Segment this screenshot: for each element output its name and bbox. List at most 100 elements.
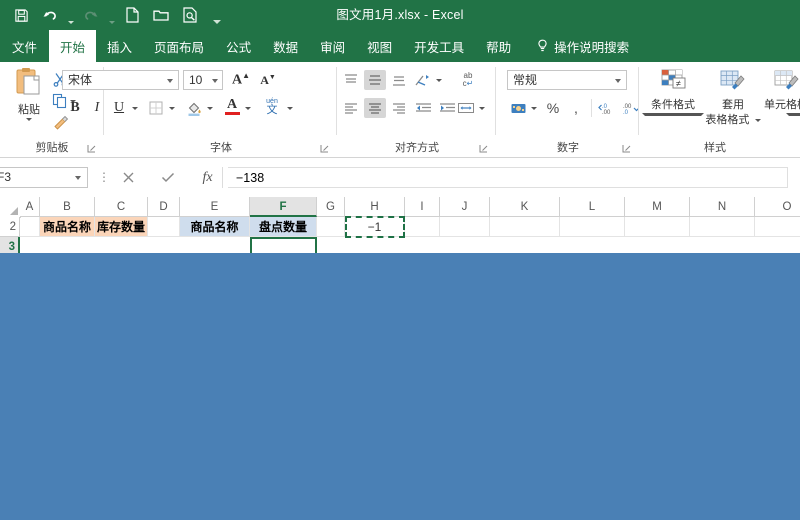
font-dialog-launcher[interactable] xyxy=(320,144,329,153)
cell-N2[interactable] xyxy=(690,217,755,237)
tab-formulas[interactable]: 公式 xyxy=(215,30,262,62)
undo-dropdown-icon[interactable] xyxy=(66,0,75,31)
column-header-G[interactable]: G xyxy=(317,197,345,217)
number-dialog-launcher[interactable] xyxy=(622,144,631,153)
increase-font-size-button[interactable]: A▲ xyxy=(230,70,252,90)
name-box-dropdown-icon[interactable] xyxy=(75,176,81,180)
comma-style-button[interactable]: , xyxy=(565,98,587,118)
merge-center-button[interactable] xyxy=(454,98,485,118)
decrease-indent-button[interactable] xyxy=(412,98,434,118)
tell-me-search[interactable]: 操作说明搜索 xyxy=(522,30,639,62)
align-top-button[interactable] xyxy=(340,70,362,90)
name-box[interactable]: F3 xyxy=(0,167,88,188)
undo-icon[interactable] xyxy=(37,3,63,27)
save-icon[interactable] xyxy=(8,3,34,27)
cell-I2[interactable] xyxy=(405,217,440,237)
clipboard-dialog-launcher[interactable] xyxy=(87,144,96,153)
column-header-C[interactable]: C xyxy=(95,197,148,217)
select-all-button[interactable] xyxy=(0,197,21,218)
cancel-entry-button[interactable] xyxy=(113,167,144,188)
orientation-button[interactable] xyxy=(412,70,432,90)
fill-color-button[interactable] xyxy=(183,98,205,118)
phonetic-dropdown-icon[interactable] xyxy=(285,104,293,112)
cell-E2[interactable]: 商品名称 xyxy=(180,217,250,237)
new-icon[interactable] xyxy=(119,3,145,27)
paste-dropdown-icon[interactable] xyxy=(26,118,32,121)
percent-style-button[interactable]: % xyxy=(542,98,564,118)
cell-M2[interactable] xyxy=(625,217,690,237)
font-name-dropdown-icon[interactable] xyxy=(167,79,173,83)
phonetic-guide-button[interactable]: uén 文 xyxy=(260,96,284,118)
underline-button[interactable]: U xyxy=(109,98,129,118)
cell-K2[interactable] xyxy=(490,217,560,237)
cell-C2[interactable]: 库存数量 xyxy=(95,217,148,237)
cell-L2[interactable] xyxy=(560,217,625,237)
column-header-M[interactable]: M xyxy=(625,197,690,217)
row-header-2[interactable]: 2 xyxy=(0,217,20,237)
tab-page-layout[interactable]: 页面布局 xyxy=(143,30,215,62)
align-right-button[interactable] xyxy=(388,98,410,118)
tab-data[interactable]: 数据 xyxy=(262,30,309,62)
bold-button[interactable]: B xyxy=(65,98,85,118)
column-header-B[interactable]: B xyxy=(40,197,95,217)
tab-developer[interactable]: 开发工具 xyxy=(403,30,475,62)
increase-decimal-button[interactable]: .0.00 xyxy=(596,98,618,118)
accounting-dropdown-icon[interactable] xyxy=(531,106,537,110)
formula-input[interactable]: −138 xyxy=(228,167,788,188)
fill-color-dropdown-icon[interactable] xyxy=(205,104,213,112)
cell-O2[interactable] xyxy=(755,217,800,237)
cell-styles-button[interactable]: 单元格样式 xyxy=(764,68,800,116)
number-format-dropdown-icon[interactable] xyxy=(615,79,621,83)
align-bottom-button[interactable] xyxy=(388,70,410,90)
paste-button[interactable]: 粘贴 xyxy=(8,68,50,121)
font-size-dropdown-icon[interactable] xyxy=(212,79,218,83)
conditional-formatting-button[interactable]: ≠ 条件格式 xyxy=(642,68,704,116)
customize-qat-icon[interactable] xyxy=(212,0,221,31)
orientation-dropdown-icon[interactable] xyxy=(434,70,442,90)
tab-file[interactable]: 文件 xyxy=(0,30,49,62)
column-header-K[interactable]: K xyxy=(490,197,560,217)
cell-D2[interactable] xyxy=(148,217,180,237)
align-center-button[interactable] xyxy=(364,98,386,118)
format-as-table-button[interactable]: 套用 表格格式 xyxy=(702,68,764,127)
column-header-I[interactable]: I xyxy=(405,197,440,217)
alignment-dialog-launcher[interactable] xyxy=(479,144,488,153)
borders-dropdown-icon[interactable] xyxy=(167,104,175,112)
cell-F2[interactable]: 盘点数量 xyxy=(250,217,317,237)
column-header-A[interactable]: A xyxy=(20,197,40,217)
accounting-format-button[interactable] xyxy=(507,98,529,118)
column-header-D[interactable]: D xyxy=(148,197,180,217)
tab-view[interactable]: 视图 xyxy=(356,30,403,62)
open-icon[interactable] xyxy=(148,3,174,27)
tab-review[interactable]: 审阅 xyxy=(309,30,356,62)
print-preview-icon[interactable] xyxy=(177,3,203,27)
insert-function-button[interactable]: fx xyxy=(192,167,223,188)
column-header-J[interactable]: J xyxy=(440,197,490,217)
wrap-text-button[interactable]: ab c↵ xyxy=(456,70,480,90)
column-header-H[interactable]: H xyxy=(345,197,405,217)
format-as-table-dropdown-icon[interactable] xyxy=(754,118,761,122)
tab-home[interactable]: 开始 xyxy=(49,30,97,62)
cell-styles-dropdown-icon[interactable] xyxy=(786,113,800,116)
column-header-N[interactable]: N xyxy=(690,197,755,217)
borders-button[interactable] xyxy=(145,98,167,118)
merge-center-dropdown-icon[interactable] xyxy=(479,106,485,110)
tab-insert[interactable]: 插入 xyxy=(96,30,143,62)
conditional-formatting-dropdown-icon[interactable] xyxy=(642,113,704,116)
number-format-select[interactable]: 常规 xyxy=(507,70,627,90)
column-header-F[interactable]: F xyxy=(250,197,317,217)
column-header-O[interactable]: O xyxy=(755,197,800,217)
align-middle-button[interactable] xyxy=(364,70,386,90)
font-size-input[interactable]: 10 xyxy=(183,70,223,90)
align-left-button[interactable] xyxy=(340,98,362,118)
tab-help[interactable]: 帮助 xyxy=(475,30,522,62)
cell-J2[interactable] xyxy=(440,217,490,237)
column-header-L[interactable]: L xyxy=(560,197,625,217)
decrease-font-size-button[interactable]: A▼ xyxy=(257,70,279,90)
cell-G2[interactable] xyxy=(317,217,345,237)
italic-button[interactable]: I xyxy=(87,98,107,118)
confirm-entry-button[interactable] xyxy=(152,167,183,188)
font-name-input[interactable]: 宋体 xyxy=(62,70,179,90)
cell-B2[interactable]: 商品名称 xyxy=(40,217,95,237)
column-header-E[interactable]: E xyxy=(180,197,250,217)
